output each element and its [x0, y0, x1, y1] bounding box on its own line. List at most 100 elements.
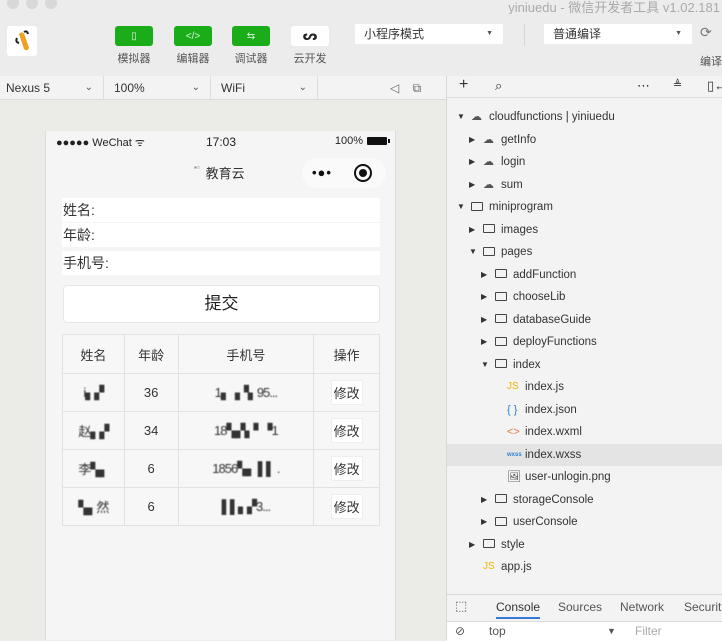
close-window-button[interactable]: [7, 0, 19, 9]
editor-toggle[interactable]: </> 编辑器: [173, 26, 213, 66]
edit-button[interactable]: 修改: [330, 380, 363, 405]
filter-input[interactable]: Filter: [635, 624, 662, 638]
tree-item[interactable]: ▼ index: [447, 354, 722, 377]
zoom-select[interactable]: 100% ⌄: [104, 76, 211, 100]
tree-item[interactable]: ▶ storageConsole: [447, 489, 722, 512]
tree-item-label: deployFunctions: [513, 336, 597, 348]
device-select[interactable]: Nexus 5 ⌄: [0, 76, 104, 100]
dropdown-arrow-icon: ▼: [607, 626, 616, 636]
cloud-dev-button[interactable]: ᔕ 云开发: [290, 26, 330, 66]
folder-open-icon: [495, 354, 507, 377]
cell-age: 6: [123, 487, 179, 526]
tree-item[interactable]: <> index.wxml: [447, 421, 722, 444]
tab-security[interactable]: Securit: [684, 600, 721, 614]
expanded-arrow-icon[interactable]: ▼: [469, 241, 477, 264]
mode-select[interactable]: 小程序模式 ▼: [355, 24, 503, 44]
collapsed-arrow-icon[interactable]: ▶: [481, 286, 487, 309]
simulator-area: ●●●●● WeChat ᯤ 17:03 100% ▪▫ 教育云 •●• 姓名: …: [0, 100, 446, 640]
collapsed-arrow-icon[interactable]: ▶: [469, 129, 475, 152]
tree-item-label: login: [501, 156, 526, 168]
chevron-down-icon: ⌄: [84, 82, 93, 93]
cloud-function-icon: ☁: [483, 156, 494, 168]
tree-item-label: pages: [501, 246, 533, 258]
tree-item[interactable]: ▼ pages: [447, 241, 722, 264]
phone-field[interactable]: 手机号:: [62, 251, 380, 275]
tree-item[interactable]: ▶ ☁ sum: [447, 174, 722, 197]
folder-open-icon: [483, 241, 495, 264]
compile-refresh-icon[interactable]: ⟳: [700, 24, 722, 44]
edit-button[interactable]: 修改: [330, 494, 363, 519]
add-file-icon[interactable]: +: [459, 76, 468, 94]
minimize-window-button[interactable]: [26, 0, 38, 9]
cell-phone: 1856▚▖ ▌▌ .: [212, 460, 280, 476]
cell-phone: 1▖▗▝▖95...: [214, 384, 279, 400]
age-label: 年龄:: [63, 227, 95, 243]
more-options-icon[interactable]: ⋯: [637, 78, 650, 94]
tree-item[interactable]: { } index.json: [447, 399, 722, 422]
collapsed-arrow-icon[interactable]: ▶: [469, 174, 475, 197]
tree-item[interactable]: ▶ addFunction: [447, 264, 722, 287]
name-field[interactable]: 姓名:: [62, 198, 380, 222]
edit-button[interactable]: 修改: [330, 418, 363, 443]
expanded-arrow-icon[interactable]: ▼: [457, 196, 465, 219]
collapse-all-icon[interactable]: ≜: [673, 78, 682, 91]
tree-item[interactable]: ▶ style: [447, 534, 722, 557]
tree-item[interactable]: wxss index.wxss: [447, 443, 722, 466]
tree-item[interactable]: ▶ databaseGuide: [447, 309, 722, 332]
mode-select-value: 小程序模式: [364, 27, 425, 41]
tree-item[interactable]: ▶ images: [447, 219, 722, 242]
tab-sources[interactable]: Sources: [558, 600, 602, 614]
user-avatar[interactable]: [7, 26, 37, 56]
age-field[interactable]: 年龄:: [62, 223, 380, 247]
capsule-menu: •●•: [302, 158, 386, 188]
cell-age: 34: [123, 411, 179, 450]
tree-item[interactable]: ▶ userConsole: [447, 511, 722, 534]
tree-item[interactable]: JS index.js: [447, 376, 722, 399]
tab-network[interactable]: Network: [620, 600, 664, 614]
code-icon: </>: [174, 26, 212, 46]
cloud-folder-icon: ☁: [471, 111, 482, 123]
edit-button[interactable]: 修改: [330, 456, 363, 481]
tree-item[interactable]: ▼ miniprogram: [447, 196, 722, 219]
collapsed-arrow-icon[interactable]: ▶: [481, 264, 487, 287]
tree-item[interactable]: JS app.js: [447, 556, 722, 579]
collapsed-arrow-icon[interactable]: ▶: [469, 219, 475, 242]
compile-select[interactable]: 普通编译 ▼: [544, 24, 692, 44]
clear-console-icon[interactable]: ⊘: [455, 624, 465, 638]
close-miniprogram-icon[interactable]: [354, 164, 372, 182]
debug-sliders-icon: ⇆: [232, 26, 270, 46]
tree-item[interactable]: ▶ ☁ login: [447, 151, 722, 174]
tab-console[interactable]: Console: [496, 600, 541, 619]
collapsed-arrow-icon[interactable]: ▶: [469, 534, 475, 557]
tree-item-label: cloudfunctions | yiniuedu: [489, 111, 615, 123]
tree-item-label: index: [513, 358, 541, 371]
context-select[interactable]: top: [489, 624, 506, 638]
tree-item[interactable]: 🖼 user-unlogin.png: [447, 466, 722, 489]
collapsed-arrow-icon[interactable]: ▶: [481, 309, 487, 332]
table-row: ▚▖然 6 ▌▌▖▞3... 修改: [62, 487, 380, 526]
inspect-element-icon[interactable]: ⬚: [455, 598, 467, 614]
tree-item[interactable]: ▼ ☁ cloudfunctions | yiniuedu: [447, 106, 722, 129]
expanded-arrow-icon[interactable]: ▼: [481, 354, 489, 377]
chevron-down-icon: ⌄: [298, 82, 307, 93]
cell-name: ▚▖然: [78, 500, 109, 515]
detach-window-icon[interactable]: ⧉: [413, 76, 422, 100]
simulator-toggle[interactable]: ▯ 模拟器: [114, 26, 154, 66]
collapsed-arrow-icon[interactable]: ▶: [481, 511, 487, 534]
debugger-toggle[interactable]: ⇆ 调试器: [231, 26, 271, 66]
expanded-arrow-icon[interactable]: ▼: [457, 106, 465, 129]
tree-item[interactable]: ▶ ☁ getInfo: [447, 129, 722, 152]
more-icon[interactable]: •●•: [312, 165, 332, 180]
toggle-panel-icon[interactable]: ▯←: [707, 78, 722, 94]
search-icon[interactable]: ⌕: [495, 78, 502, 94]
speaker-icon[interactable]: ◁: [390, 76, 399, 100]
collapsed-arrow-icon[interactable]: ▶: [481, 489, 487, 512]
submit-button[interactable]: 提交: [63, 285, 380, 323]
collapsed-arrow-icon[interactable]: ▶: [469, 151, 475, 174]
network-select[interactable]: WiFi ⌄: [211, 76, 318, 100]
tree-item[interactable]: ▶ chooseLib: [447, 286, 722, 309]
collapsed-arrow-icon[interactable]: ▶: [481, 331, 487, 354]
tree-item[interactable]: ▶ deployFunctions: [447, 331, 722, 354]
folder-open-icon: [471, 196, 483, 219]
maximize-window-button[interactable]: [45, 0, 57, 9]
